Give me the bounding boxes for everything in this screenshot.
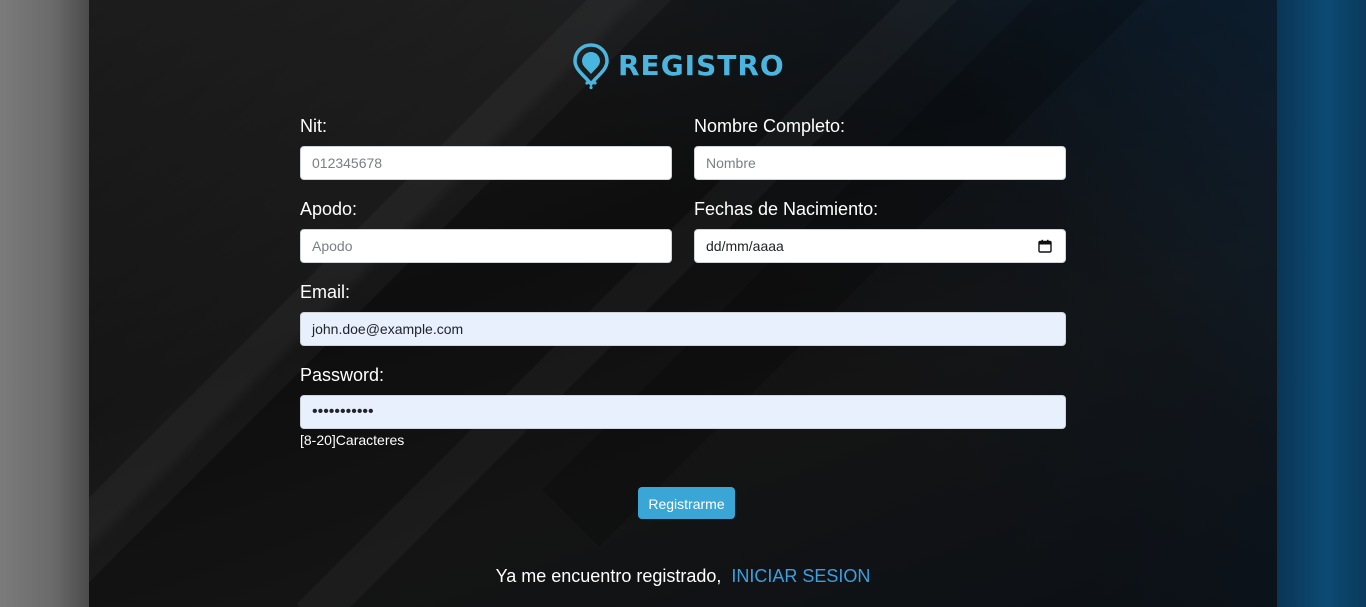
password-input[interactable]: •••••••••••: [300, 395, 1066, 429]
password-value: •••••••••••: [312, 403, 374, 420]
login-prompt-text: Ya me encuentro registrado,: [495, 566, 722, 586]
fecha-input[interactable]: dd/mm/aaaa: [694, 229, 1066, 263]
fecha-placeholder: dd/mm/aaaa: [706, 238, 784, 254]
password-helper: [8-20]Caracteres: [300, 432, 405, 448]
apodo-placeholder: Apodo: [312, 238, 353, 254]
background-right: [1277, 0, 1366, 607]
email-input[interactable]: john.doe@example.com: [300, 312, 1066, 346]
logo: REGISTRO: [572, 42, 785, 90]
nit-input[interactable]: 012345678: [300, 146, 672, 180]
apodo-label: Apodo:: [300, 199, 358, 219]
login-prompt: Ya me encuentro registrado, INICIAR SESI…: [0, 565, 1366, 587]
location-pin-icon: [573, 43, 609, 90]
background-left: [0, 0, 89, 607]
password-label: Password:: [300, 365, 385, 385]
apodo-input[interactable]: Apodo: [300, 229, 672, 263]
email-label: Email:: [300, 282, 351, 302]
nombre-label: Nombre Completo:: [694, 116, 846, 136]
nombre-input[interactable]: Nombre: [694, 146, 1066, 180]
calendar-icon[interactable]: [1038, 239, 1052, 253]
login-link[interactable]: INICIAR SESION: [731, 566, 870, 586]
nombre-placeholder: Nombre: [706, 155, 756, 171]
register-button[interactable]: Registrarme: [638, 487, 735, 519]
fecha-label: Fechas de Nacimiento:: [694, 199, 879, 219]
logo-text: REGISTRO: [618, 49, 785, 82]
email-value: john.doe@example.com: [312, 321, 464, 337]
nit-placeholder: 012345678: [312, 155, 383, 171]
nit-label: Nit:: [300, 116, 327, 136]
